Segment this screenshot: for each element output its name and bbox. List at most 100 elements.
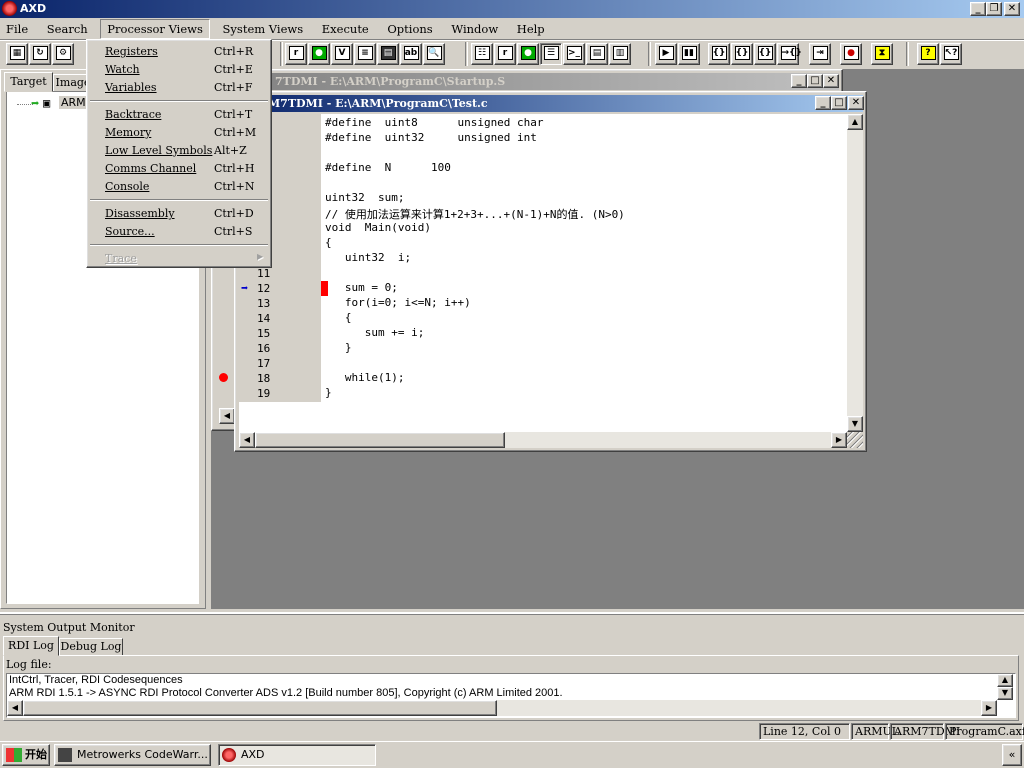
line-number[interactable]: 14	[239, 311, 321, 326]
code-line[interactable]: {	[239, 236, 839, 251]
run-to-cursor-icon[interactable]: →{}	[777, 43, 802, 65]
menu-system-views[interactable]: System Views	[217, 20, 310, 38]
scroll-up-button[interactable]: ▲	[847, 114, 863, 130]
sys-list-icon[interactable]: ☰	[540, 43, 562, 65]
tab-rdi-log[interactable]: RDI Log	[3, 636, 59, 656]
code-line[interactable]: 17	[239, 356, 839, 371]
maximize-button[interactable]: ❐	[986, 2, 1002, 16]
line-number[interactable]: 19	[239, 386, 321, 401]
memory-view-icon[interactable]: ▤	[377, 43, 399, 65]
code-line[interactable]: uint32 sum;	[239, 191, 839, 206]
code-line[interactable]: // 使用加法运算来计算1+2+3+...+(N-1)+N的值. (N>0)	[239, 206, 839, 221]
code-line[interactable]: uint32 i;	[239, 251, 839, 266]
reload-icon[interactable]: ↻	[29, 43, 51, 65]
code-line[interactable]: 12 ➡ sum = 0;	[239, 281, 839, 296]
menu-item-registers[interactable]: Registers Ctrl+R	[87, 43, 271, 61]
menu-item-comms-channel[interactable]: Comms Channel Ctrl+H	[87, 160, 271, 178]
code-line[interactable]: void Main(void)	[239, 221, 839, 236]
menu-item-disassembly[interactable]: Disassembly Ctrl+D	[87, 205, 271, 223]
menu-execute[interactable]: Execute	[316, 20, 375, 38]
startup-maximize-button[interactable]: □	[807, 74, 823, 88]
step-icon[interactable]: {}	[731, 43, 753, 65]
go-icon[interactable]: ▶	[655, 43, 677, 65]
resize-grip-icon[interactable]	[847, 432, 863, 448]
menu-item-console[interactable]: Console Ctrl+N	[87, 178, 271, 196]
output-icon[interactable]: ▤	[586, 43, 608, 65]
watch-view-icon[interactable]: ●	[308, 43, 330, 65]
code-line[interactable]: 18 while(1);	[239, 371, 839, 386]
log-hscroll-thumb[interactable]	[23, 700, 497, 716]
menu-help[interactable]: Help	[511, 20, 551, 38]
code-line[interactable]: 14 {	[239, 311, 839, 326]
code-line[interactable]	[239, 176, 839, 191]
test-window[interactable]: M7TDMI - E:\ARM\ProgramC\Test.c _ □ ✕ #d…	[234, 91, 867, 452]
source-editor[interactable]: #define uint8 unsigned char #define uint3…	[239, 114, 847, 432]
startup-titlebar[interactable]: 7TDMI - E:\ARM\ProgramC\Startup.S _ □ ✕	[215, 73, 839, 90]
menu-item-source[interactable]: Source... Ctrl+S	[87, 223, 271, 241]
toggle-breakpoint-icon[interactable]: ●	[840, 43, 862, 65]
sys-registers-icon[interactable]: ☷	[471, 43, 493, 65]
menu-item-variables[interactable]: Variables Ctrl+F	[87, 79, 271, 97]
symbols-view-icon[interactable]: ab	[400, 43, 422, 65]
line-number[interactable]: 12	[239, 281, 321, 296]
code-line[interactable]	[239, 146, 839, 161]
menu-item-memory[interactable]: Memory Ctrl+M	[87, 124, 271, 142]
sys-watch-icon[interactable]: ●	[517, 43, 539, 65]
registers-view-icon[interactable]: r	[285, 43, 307, 65]
log-icon[interactable]: ▥	[609, 43, 631, 65]
close-button[interactable]: ✕	[1004, 2, 1020, 16]
help-icon[interactable]: ?	[917, 43, 939, 65]
code-line[interactable]: #define uint32 unsigned int	[239, 131, 839, 146]
menu-item-watch[interactable]: Watch Ctrl+E	[87, 61, 271, 79]
hscroll-right-button[interactable]: ▶	[831, 432, 847, 448]
line-number[interactable]: 15	[239, 326, 321, 341]
test-minimize-button[interactable]: _	[815, 96, 831, 110]
line-number[interactable]: 13	[239, 296, 321, 311]
code-line[interactable]: 16 }	[239, 341, 839, 356]
step-out-icon[interactable]: {}	[754, 43, 776, 65]
context-help-icon[interactable]: ↖?	[940, 43, 962, 65]
test-hscrollbar[interactable]: ◀ ▶	[239, 432, 847, 448]
menu-window[interactable]: Window	[445, 20, 504, 38]
code-line[interactable]: #define uint8 unsigned char	[239, 116, 839, 131]
tab-debug-log[interactable]: Debug Log	[59, 638, 123, 656]
hscroll-left-button[interactable]: ◀	[239, 432, 255, 448]
line-number[interactable]: 18	[239, 371, 321, 386]
line-number[interactable]: 16	[239, 341, 321, 356]
find-icon[interactable]: 🔍	[423, 43, 445, 65]
startup-scroll-left-button[interactable]: ◀	[219, 408, 235, 424]
scroll-down-button[interactable]: ▼	[847, 416, 863, 432]
test-maximize-button[interactable]: □	[831, 96, 847, 110]
log-scroll-left-button[interactable]: ◀	[7, 700, 23, 716]
code-line[interactable]: 13 for(i=0; i<=N; i++)	[239, 296, 839, 311]
configure-icon[interactable]: ⚙	[52, 43, 74, 65]
menu-item-backtrace[interactable]: Backtrace Ctrl+T	[87, 106, 271, 124]
minimize-button[interactable]: _	[970, 2, 986, 16]
load-image-icon[interactable]: ▦	[6, 43, 28, 65]
line-number[interactable]: 11	[239, 266, 321, 281]
startup-close-button[interactable]: ✕	[823, 74, 839, 88]
tab-target[interactable]: Target	[4, 72, 53, 92]
backtrace-view-icon[interactable]: ≡	[354, 43, 376, 65]
show-execution-icon[interactable]: ⇥	[809, 43, 831, 65]
step-in-icon[interactable]: {}	[708, 43, 730, 65]
startup-minimize-button[interactable]: _	[791, 74, 807, 88]
menu-file[interactable]: File	[0, 20, 34, 38]
menu-item-low-level-symbols[interactable]: Low Level Symbols Alt+Z	[87, 142, 271, 160]
test-close-button[interactable]: ✕	[848, 96, 864, 110]
line-number[interactable]: 17	[239, 356, 321, 371]
stop-icon[interactable]: ▮▮	[678, 43, 700, 65]
menu-processor-views[interactable]: Processor Views	[100, 19, 210, 39]
log-scroll-right-button[interactable]: ▶	[981, 700, 997, 716]
tray-chevron-icon[interactable]: «	[1002, 744, 1022, 766]
menu-search[interactable]: Search	[41, 20, 94, 38]
code-line[interactable]: 19}	[239, 386, 839, 401]
task-codewarrior[interactable]: Metrowerks CodeWarr...	[54, 744, 211, 766]
menu-options[interactable]: Options	[381, 20, 438, 38]
log-text-area[interactable]: IntCtrl, Tracer, RDI Codesequences ARM R…	[6, 673, 1016, 718]
task-axd[interactable]: AXD	[218, 744, 376, 766]
code-line[interactable]: 11	[239, 266, 839, 281]
test-titlebar[interactable]: M7TDMI - E:\ARM\ProgramC\Test.c _ □ ✕	[238, 95, 864, 112]
log-hscrollbar[interactable]: ◀ ▶	[7, 700, 997, 716]
code-line[interactable]: #define N 100	[239, 161, 839, 176]
